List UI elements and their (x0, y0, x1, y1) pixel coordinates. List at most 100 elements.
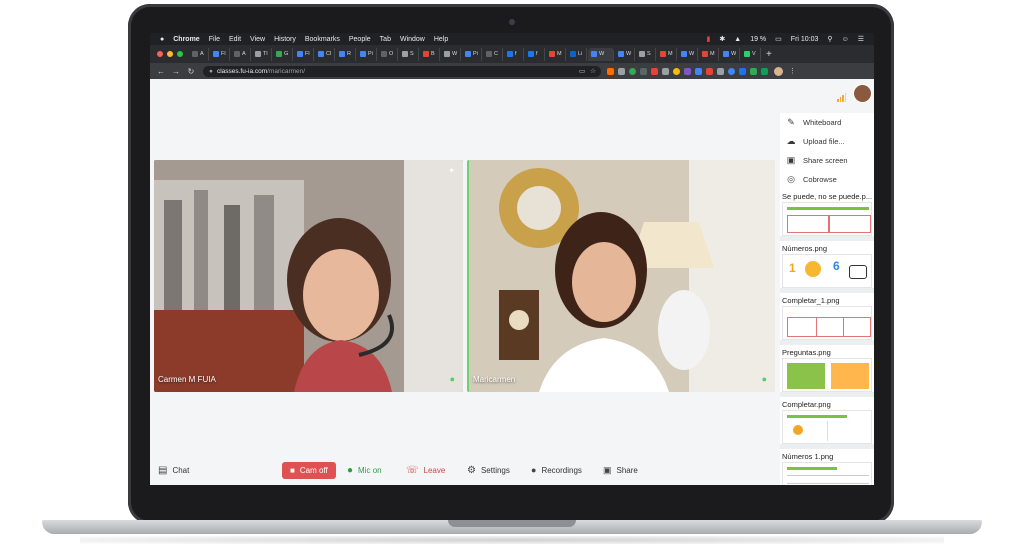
browser-tab[interactable]: W (588, 47, 614, 61)
menu-edit[interactable]: Edit (229, 36, 241, 43)
file-thumbnail[interactable]: 1 6 (782, 254, 872, 288)
browser-tab[interactable]: Li (567, 47, 587, 61)
video-tile-student[interactable]: Maricarmen ● (467, 160, 775, 392)
browser-tab[interactable]: Fl (210, 47, 230, 61)
browser-tab[interactable]: W (615, 47, 635, 61)
new-tab-button[interactable]: + (766, 49, 772, 60)
cast-icon[interactable]: ▭ (579, 67, 585, 75)
more-menu-icon[interactable]: ⋮ (789, 67, 796, 75)
extension-icon[interactable] (651, 67, 658, 75)
file-thumbnail[interactable] (782, 306, 872, 340)
share-screen-button[interactable]: ▣ Share screen (780, 151, 874, 170)
bluetooth-icon[interactable]: ✱ (719, 35, 725, 43)
browser-tab[interactable]: M (546, 47, 566, 61)
extension-icon[interactable] (607, 67, 614, 75)
menu-view[interactable]: View (250, 36, 265, 43)
extension-icon[interactable] (673, 67, 680, 75)
address-bar[interactable]: ● classes.fu-ia.com /maricarmen/ ▭ ☆ (203, 65, 601, 77)
menu-window[interactable]: Window (400, 36, 425, 43)
extension-icon[interactable] (618, 67, 625, 75)
user-avatar[interactable] (854, 85, 871, 102)
browser-tab[interactable]: Pi (462, 47, 482, 61)
apple-icon[interactable]: ● (160, 36, 164, 43)
whiteboard-button[interactable]: ✎ Whiteboard (780, 113, 874, 132)
browser-tab[interactable]: V (741, 47, 761, 61)
zoom-window-button[interactable] (177, 51, 183, 57)
file-item[interactable]: Completar.png (780, 399, 874, 449)
file-item[interactable]: Preguntas.png (780, 347, 874, 397)
upload-file-button[interactable]: ☁ Upload file... (780, 132, 874, 151)
extension-icon[interactable] (706, 67, 713, 75)
bookmark-star-icon[interactable]: ☆ (590, 67, 596, 75)
browser-tab[interactable]: G (273, 47, 293, 61)
cobrowse-button[interactable]: ◎ Cobrowse (780, 170, 874, 189)
tab-favicon-icon (507, 51, 513, 57)
menu-file[interactable]: File (209, 36, 220, 43)
browser-tab[interactable]: A (189, 47, 209, 61)
browser-tab[interactable]: W (720, 47, 740, 61)
file-item[interactable]: Números.png 1 6 (780, 243, 874, 293)
forward-icon[interactable]: → (172, 67, 180, 76)
file-thumbnail[interactable] (782, 202, 872, 236)
menu-help[interactable]: Help (434, 36, 448, 43)
back-icon[interactable]: ← (157, 67, 165, 76)
browser-tab[interactable]: S (399, 47, 419, 61)
profile-avatar[interactable] (774, 66, 783, 76)
browser-tab[interactable]: f (504, 47, 524, 61)
browser-tab[interactable]: C (483, 47, 503, 61)
browser-tab[interactable]: O (378, 47, 398, 61)
control-center-icon[interactable]: ☰ (858, 35, 864, 43)
settings-button[interactable]: ⚙ Settings (467, 465, 510, 476)
leave-button[interactable]: ☏ Leave (406, 465, 445, 476)
extension-icon[interactable] (728, 67, 735, 75)
recordings-button[interactable]: ● Recordings (531, 465, 582, 475)
file-thumbnail[interactable] (782, 358, 872, 392)
browser-tab[interactable]: W (678, 47, 698, 61)
camera-toggle-button[interactable]: ■ Cam off (282, 461, 336, 479)
battery-icon[interactable]: ▭ (775, 35, 782, 43)
extension-icon[interactable] (684, 67, 691, 75)
browser-tab[interactable]: B (420, 47, 440, 61)
browser-tab[interactable]: W (441, 47, 461, 61)
extension-icon[interactable] (717, 67, 724, 75)
extension-icon[interactable] (640, 67, 647, 75)
share-button[interactable]: ▣ Share (603, 465, 638, 476)
menu-app-name[interactable]: Chrome (173, 36, 199, 43)
extension-icon[interactable] (739, 67, 746, 75)
extension-icon[interactable] (761, 67, 768, 75)
file-thumbnail[interactable] (782, 410, 872, 444)
minimize-window-button[interactable] (167, 51, 173, 57)
browser-tab[interactable]: M (699, 47, 719, 61)
video-tile-teacher[interactable]: ✦ Carmen M FUIA ● (154, 160, 463, 392)
close-window-button[interactable] (157, 51, 163, 57)
file-item[interactable]: Se puede, no se puede.p... (780, 191, 874, 241)
pin-icon[interactable]: ✦ (448, 166, 455, 175)
wifi-icon[interactable]: ▲ (734, 36, 741, 43)
browser-tab[interactable]: Cl (315, 47, 335, 61)
chat-button[interactable]: ▤ Chat (158, 465, 189, 476)
browser-tab[interactable]: Pi (357, 47, 377, 61)
extension-icon[interactable] (750, 67, 757, 75)
browser-tab[interactable]: S (636, 47, 656, 61)
file-item[interactable]: Completar_1.png (780, 295, 874, 345)
menu-history[interactable]: History (274, 36, 296, 43)
browser-tab[interactable]: R (336, 47, 356, 61)
browser-tab[interactable]: Tl (252, 47, 272, 61)
browser-tab[interactable]: A (231, 47, 251, 61)
user-icon[interactable]: ☺ (842, 36, 849, 43)
menu-people[interactable]: People (349, 36, 371, 43)
browser-tab[interactable]: Fl (294, 47, 314, 61)
spotlight-icon[interactable]: ⚲ (827, 35, 832, 43)
flag-icon[interactable]: ▮ (707, 35, 711, 43)
address-host: classes.fu-ia.com (216, 67, 268, 75)
menu-bookmarks[interactable]: Bookmarks (305, 36, 340, 43)
menu-tab[interactable]: Tab (380, 36, 391, 43)
clock[interactable]: Fri 10:03 (791, 36, 819, 43)
browser-tab[interactable]: M (657, 47, 677, 61)
reload-icon[interactable]: ↻ (187, 67, 195, 76)
browser-tab[interactable]: f (525, 47, 545, 61)
extension-icon[interactable] (695, 67, 702, 75)
extension-icon[interactable] (662, 67, 669, 75)
mic-toggle-button[interactable]: ● Mic on (347, 465, 382, 476)
extension-icon[interactable] (629, 67, 636, 75)
